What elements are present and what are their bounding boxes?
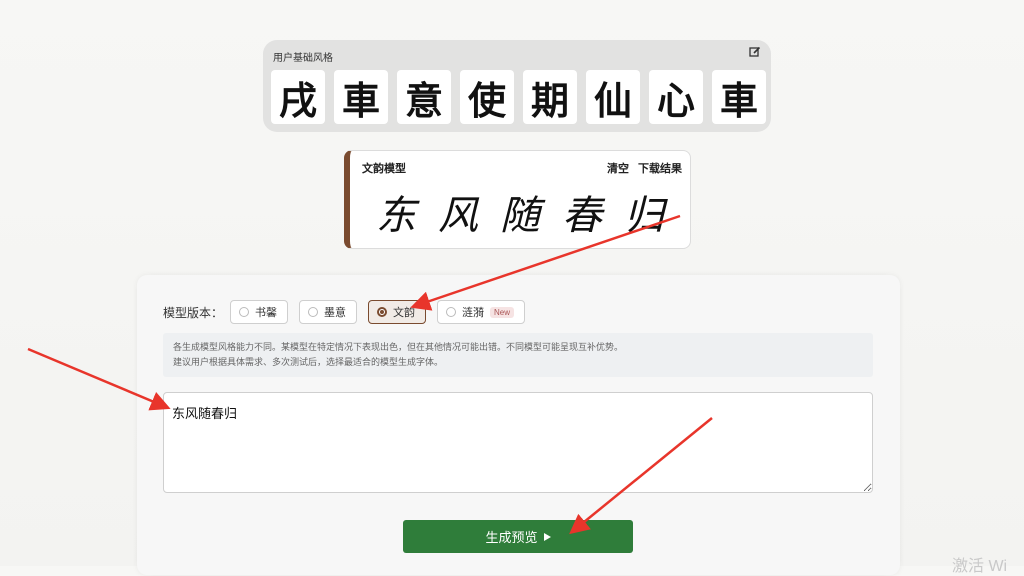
style-glyph[interactable]: 車: [334, 70, 388, 124]
result-glyphs: 东 风 随 春 归: [372, 183, 668, 241]
generate-preview-button[interactable]: 生成预览: [403, 520, 633, 553]
style-glyph[interactable]: 戌: [271, 70, 325, 124]
text-input[interactable]: [163, 392, 873, 493]
style-card-title: 用户基础风格: [273, 53, 333, 64]
result-model-title: 文韵模型: [362, 163, 406, 175]
style-glyph[interactable]: 仙: [586, 70, 640, 124]
result-actions: 清空 下载结果: [607, 160, 682, 176]
model-version-label: 模型版本：: [163, 305, 224, 320]
model-notice: 各生成模型风格能力不同。某模型在特定情况下表现出色，但在其他情况可能出错。不同模…: [163, 333, 873, 377]
radio-icon: [446, 307, 457, 317]
style-glyph[interactable]: 意: [397, 70, 451, 124]
model-option-moyi[interactable]: 墨意: [299, 300, 358, 324]
generation-panel: 模型版本： 书馨 墨意 文韵 涟漪 New 各生成模型风格能力不同。某模型在特定…: [137, 275, 900, 575]
clear-button[interactable]: 清空: [607, 160, 629, 176]
notice-line: 各生成模型风格能力不同。某模型在特定情况下表现出色，但在其他情况可能出错。不同模…: [173, 342, 624, 352]
result-glyph: 归: [624, 193, 664, 239]
notice-line: 建议用户根据具体需求、多次测试后，选择最适合的模型生成字体。: [173, 357, 444, 367]
generate-preview-label: 生成预览: [485, 531, 538, 546]
radio-icon: [308, 307, 319, 317]
style-glyph[interactable]: 期: [523, 70, 577, 124]
result-glyph: 随: [500, 193, 540, 239]
new-badge: New: [490, 306, 515, 318]
model-option-lianyi[interactable]: 涟漪 New: [437, 300, 526, 324]
model-option-label: 墨意: [324, 307, 347, 319]
activation-watermark: 激活 Wi: [952, 558, 1008, 575]
model-option-label: 书馨: [255, 307, 278, 319]
style-glyph-row: 戌 車 意 使 期 仙 心 車: [271, 70, 766, 124]
style-glyph[interactable]: 車: [712, 70, 766, 124]
model-option-label: 文韵: [393, 307, 416, 319]
result-glyph: 风: [438, 193, 478, 239]
edit-icon[interactable]: [749, 46, 761, 58]
download-results-button[interactable]: 下载结果: [638, 160, 682, 176]
model-option-label: 涟漪: [462, 307, 485, 319]
user-base-style-card: 用户基础风格 戌 車 意 使 期 仙 心 車: [263, 40, 771, 132]
model-version-selector: 模型版本： 书馨 墨意 文韵 涟漪 New: [163, 300, 526, 324]
model-option-wenyun[interactable]: 文韵: [368, 300, 427, 324]
radio-icon: [239, 307, 250, 317]
radio-selected-icon: [377, 307, 388, 317]
result-glyph: 东: [376, 193, 416, 239]
result-preview-card: 文韵模型 清空 下载结果 东 风 随 春 归: [344, 150, 691, 249]
play-icon: [543, 532, 551, 541]
result-glyph: 春: [562, 193, 602, 239]
model-option-shuxin[interactable]: 书馨: [230, 300, 289, 324]
style-glyph[interactable]: 使: [460, 70, 514, 124]
style-glyph[interactable]: 心: [649, 70, 703, 124]
